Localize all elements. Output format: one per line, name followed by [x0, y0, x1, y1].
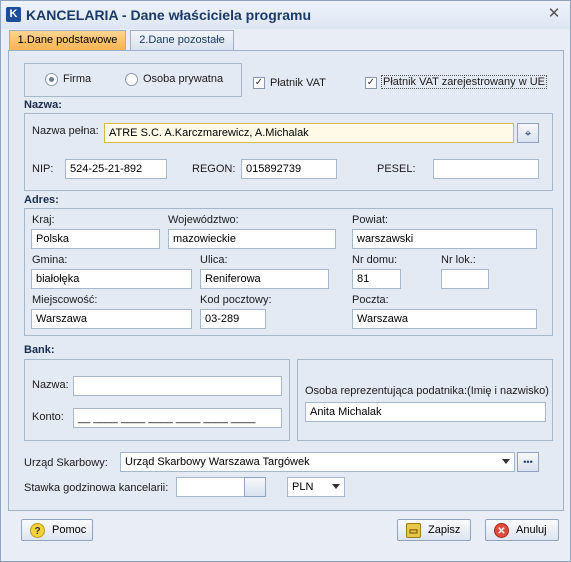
- nazwa-group: Nazwa pełna: ATRE S.C. A.Karczmarewicz, …: [24, 113, 553, 191]
- powiat-label: Powiat:: [352, 214, 389, 226]
- radio-selected-dot: [49, 77, 54, 82]
- bank-group: Nazwa: Konto: __ ____ ____ ____ ____ ___…: [24, 359, 290, 441]
- currency-value: PLN: [292, 481, 314, 493]
- gmina-label: Gmina:: [32, 254, 68, 266]
- pesel-label: PESEL:: [377, 163, 416, 175]
- nazwa-section-label: Nazwa:: [24, 99, 62, 111]
- kod-pocztowy-input[interactable]: 03-289: [200, 309, 266, 329]
- tab-dane-pozostale[interactable]: 2.Dane pozostałe: [130, 30, 234, 51]
- nazwa-pelna-input[interactable]: ATRE S.C. A.Karczmarewicz, A.Michalak: [104, 123, 514, 143]
- zapisz-button[interactable]: ▭ Zapisz: [397, 519, 471, 541]
- wojewodztwo-input[interactable]: mazowieckie: [168, 229, 336, 249]
- platnik-ue-label: Płatnik VAT zarejestrowany w UE: [381, 75, 548, 89]
- urzad-skarbowy-select[interactable]: Urząd Skarbowy Warszawa Targówek: [120, 452, 515, 472]
- urzad-skarbowy-value: Urząd Skarbowy Warszawa Targówek: [125, 456, 310, 468]
- kod-pocztowy-label: Kod pocztowy:: [200, 294, 272, 306]
- bank-nazwa-input[interactable]: [73, 376, 282, 396]
- adres-group: Kraj: Polska Województwo: mazowieckie Po…: [24, 208, 553, 336]
- powiat-input[interactable]: warszawski: [352, 229, 537, 249]
- gmina-input[interactable]: białołęka: [31, 269, 192, 289]
- kraj-input[interactable]: Polska: [31, 229, 160, 249]
- osoba-reprezentujaca-group: Osoba reprezentująca podatnika:(Imię i n…: [297, 359, 553, 441]
- app-logo-icon: K: [6, 7, 21, 22]
- currency-select[interactable]: PLN: [287, 477, 345, 497]
- radio-osoba-label: Osoba prywatna: [143, 73, 224, 85]
- stawka-label: Stawka godzinowa kancelarii:: [24, 482, 169, 494]
- pesel-input[interactable]: [433, 159, 539, 179]
- poczta-label: Poczta:: [352, 294, 389, 306]
- regon-input[interactable]: 015892739: [241, 159, 337, 179]
- nip-label: NIP:: [32, 163, 54, 175]
- dialog-window: K KANCELARIA - Dane właściciela programu…: [0, 0, 571, 562]
- anuluj-button-label: Anuluj: [516, 524, 547, 536]
- stawka-calc-button[interactable]: [244, 477, 266, 497]
- chevron-down-icon[interactable]: [332, 484, 340, 489]
- save-icon: ▭: [406, 523, 421, 538]
- nr-domu-input[interactable]: 81: [352, 269, 401, 289]
- urzad-more-button[interactable]: •••: [517, 452, 539, 472]
- close-icon[interactable]: ✕: [546, 5, 562, 23]
- crosshair-icon[interactable]: ⌖: [517, 123, 539, 143]
- nr-lok-label: Nr lok.:: [441, 254, 476, 266]
- radio-firma[interactable]: [45, 73, 58, 86]
- window-title: KANCELARIA - Dane właściciela programu: [26, 7, 311, 23]
- zapisz-button-label: Zapisz: [428, 524, 461, 536]
- entity-type-group: Firma Osoba prywatna: [24, 63, 242, 97]
- konto-label: Konto:: [32, 411, 64, 423]
- adres-section-label: Adres:: [24, 194, 59, 206]
- kraj-label: Kraj:: [32, 214, 55, 226]
- nr-lok-input[interactable]: [441, 269, 489, 289]
- tab-dane-podstawowe[interactable]: 1.Dane podstawowe: [9, 30, 126, 51]
- pomoc-button-label: Pomoc: [52, 524, 87, 536]
- nip-input[interactable]: 524-25-21-892: [65, 159, 167, 179]
- platnik-vat-label: Płatnik VAT: [270, 77, 326, 89]
- chevron-down-icon[interactable]: [502, 459, 510, 464]
- ulica-input[interactable]: Reniferowa: [200, 269, 329, 289]
- platnik-ue-checkbox[interactable]: ✓: [365, 77, 377, 89]
- anuluj-button[interactable]: ✕ Anuluj: [485, 519, 559, 541]
- ulica-label: Ulica:: [200, 254, 228, 266]
- nazwa-pelna-label: Nazwa pełna:: [32, 125, 99, 137]
- cancel-icon: ✕: [494, 523, 509, 538]
- regon-label: REGON:: [192, 163, 236, 175]
- tab-panel: Firma Osoba prywatna ✓ Płatnik VAT ✓ Pła…: [8, 50, 564, 511]
- radio-osoba-prywatna[interactable]: [125, 73, 138, 86]
- osoba-reprezentujaca-label: Osoba reprezentująca podatnika:(Imię i n…: [305, 385, 549, 397]
- nr-domu-label: Nr domu:: [352, 254, 398, 266]
- miejscowosc-input[interactable]: Warszawa: [31, 309, 192, 329]
- wojewodztwo-label: Województwo:: [168, 214, 239, 226]
- miejscowosc-label: Miejscowość:: [32, 294, 98, 306]
- title-bar[interactable]: K KANCELARIA - Dane właściciela programu…: [1, 1, 570, 29]
- pomoc-button[interactable]: ? Pomoc: [21, 519, 93, 541]
- bank-section-label: Bank:: [24, 344, 55, 356]
- konto-input[interactable]: __ ____ ____ ____ ____ ____ ____: [73, 408, 282, 428]
- urzad-skarbowy-label: Urząd Skarbowy:: [24, 457, 108, 469]
- osoba-reprezentujaca-input[interactable]: Anita Michalak: [305, 402, 546, 422]
- bank-nazwa-label: Nazwa:: [32, 379, 69, 391]
- platnik-vat-checkbox[interactable]: ✓: [253, 77, 265, 89]
- poczta-input[interactable]: Warszawa: [352, 309, 537, 329]
- help-icon: ?: [30, 523, 45, 538]
- radio-firma-label: Firma: [63, 73, 92, 85]
